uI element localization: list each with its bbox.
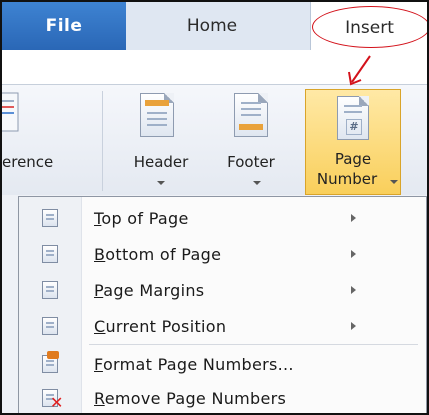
- menu-item-label: Bottom of Page: [94, 244, 222, 264]
- chevron-right-icon: [351, 286, 356, 294]
- cross-reference-icon: [2, 92, 19, 132]
- menu-item-label: Format Page Numbers...: [94, 354, 294, 374]
- menu-item-label: Current Position: [94, 316, 227, 336]
- menu-item-label: Page Margins: [94, 280, 205, 300]
- chevron-right-icon: [351, 214, 356, 222]
- menu-item-remove-page-numbers[interactable]: ✕ Remove Page Numbers: [19, 381, 426, 413]
- page-number-doc-icon: #: [337, 96, 369, 140]
- footer-doc-icon: [234, 93, 268, 137]
- cross-reference-label[interactable]: erence: [2, 153, 53, 171]
- menu-item-top-of-page[interactable]: Top of Page: [19, 201, 426, 235]
- menu-item-bottom-of-page[interactable]: Bottom of Page: [19, 237, 426, 271]
- tab-file[interactable]: File: [2, 2, 126, 50]
- bottom-of-page-icon: [42, 245, 58, 263]
- menu-item-format-page-numbers[interactable]: Format Page Numbers...: [19, 347, 426, 381]
- top-of-page-icon: [42, 209, 58, 227]
- header-doc-icon: [140, 93, 174, 137]
- tab-home-label: Home: [186, 16, 238, 36]
- menu-item-label: Top of Page: [94, 208, 189, 228]
- format-badge-icon: [47, 351, 59, 359]
- chevron-down-icon: [157, 181, 165, 185]
- page-number-button[interactable]: # Page Number: [305, 89, 401, 195]
- tab-file-label: File: [45, 16, 83, 36]
- menu-item-current-position[interactable]: Current Position: [19, 309, 426, 343]
- word-ribbon-screenshot: File Home Insert erence Header Footer # …: [0, 0, 429, 415]
- footer-button[interactable]: Footer: [208, 85, 294, 195]
- ribbon-tabs: File Home Insert: [2, 2, 427, 54]
- menu-item-label: Remove Page Numbers: [94, 388, 287, 408]
- chevron-down-icon: [390, 180, 398, 184]
- insert-ribbon: erence Header Footer # Page Number: [2, 84, 427, 195]
- red-x-icon: ✕: [50, 393, 64, 412]
- page-number-label-line1: Page: [334, 150, 372, 168]
- page-number-menu: Top of Page Bottom of Page Page Margins …: [18, 196, 427, 413]
- menu-separator: [89, 344, 418, 345]
- ribbon-divider: [102, 91, 103, 191]
- chevron-right-icon: [351, 250, 356, 258]
- page-margins-icon: [42, 281, 58, 299]
- annotation-arrow-icon: [348, 55, 371, 86]
- annotation-ellipse: [312, 6, 427, 48]
- page-number-label-line2: Number: [316, 170, 378, 188]
- footer-label: Footer: [227, 153, 275, 171]
- tab-home[interactable]: Home: [152, 2, 272, 50]
- chevron-right-icon: [351, 322, 356, 330]
- header-label: Header: [133, 153, 189, 171]
- chevron-down-icon: [253, 181, 261, 185]
- current-position-icon: [42, 317, 58, 335]
- menu-item-page-margins[interactable]: Page Margins: [19, 273, 426, 307]
- header-button[interactable]: Header: [118, 85, 204, 195]
